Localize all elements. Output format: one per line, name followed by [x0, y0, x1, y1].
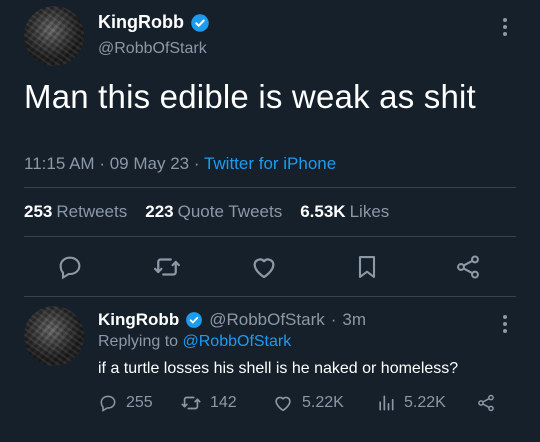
tweet-time[interactable]: 11:15 AM [24, 154, 95, 173]
retweet-button[interactable] [150, 250, 184, 284]
reply-reply-button[interactable]: 255 [98, 393, 170, 413]
like-count: 5.22K [302, 394, 344, 411]
reply-retweet-button[interactable]: 142 [180, 392, 272, 414]
reply-share-button[interactable] [476, 393, 496, 413]
tweet-stats: 253 Retweets 223 Quote Tweets 6.53K Likes [24, 202, 389, 222]
reply-handle[interactable]: @RobbOfStark [209, 310, 325, 330]
reply-header: KingRobb @RobbOfStark · 3m [98, 310, 366, 330]
share-icon [457, 255, 479, 279]
divider [24, 236, 516, 237]
like-icon [253, 258, 275, 279]
reply-avatar[interactable] [24, 306, 84, 366]
avatar[interactable] [24, 6, 84, 66]
like-button[interactable] [247, 250, 281, 284]
reply-display-name[interactable]: KingRobb [98, 310, 179, 330]
reply-icon [59, 256, 81, 280]
reply-action-bar: 255 142 5.22K 5.22K [98, 390, 496, 416]
reply-views-button[interactable]: 5.22K [376, 393, 476, 413]
likes-stat[interactable]: 6.53K Likes [300, 202, 389, 222]
tweet-date[interactable]: 09 May 23 [110, 154, 189, 173]
tweet-source[interactable]: Twitter for iPhone [204, 154, 336, 173]
share-icon [478, 394, 494, 412]
reply-icon [100, 395, 116, 412]
divider [24, 187, 516, 188]
reply-more-options-icon[interactable] [502, 315, 508, 333]
retweet-count: 142 [210, 394, 237, 411]
share-button[interactable] [451, 250, 485, 284]
meta-separator: · [193, 154, 200, 173]
reply-age[interactable]: 3m [342, 310, 366, 330]
tweet-text: Man this edible is weak as shit [24, 78, 476, 115]
retweet-icon [154, 258, 180, 276]
bookmark-button[interactable] [350, 250, 384, 284]
reply-count: 255 [126, 394, 153, 411]
more-options-icon[interactable] [502, 18, 508, 36]
divider [24, 296, 516, 297]
verified-badge-icon [186, 312, 203, 328]
bookmark-icon [358, 256, 376, 278]
author-name-row[interactable]: KingRobb [98, 12, 210, 33]
author-handle[interactable]: @RobbOfStark [98, 40, 207, 58]
views-icon [379, 395, 394, 411]
reply-like-button[interactable]: 5.22K [272, 392, 372, 414]
replying-to-mention[interactable]: @RobbOfStark [183, 333, 292, 350]
verified-badge-icon [191, 13, 209, 32]
tweet-metadata: 11:15 AM · 09 May 23 · Twitter for iPhon… [24, 154, 336, 174]
display-name[interactable]: KingRobb [98, 12, 184, 33]
retweets-stat[interactable]: 253 Retweets [24, 202, 127, 222]
reply-button[interactable] [53, 250, 87, 284]
replying-to-line: Replying to @RobbOfStark [98, 333, 291, 351]
like-icon [275, 396, 291, 412]
replying-prefix: Replying to [98, 333, 179, 350]
views-count: 5.22K [404, 394, 446, 411]
reply-separator: · [330, 310, 337, 329]
reply-text: if a turtle losses his shell is he naked… [98, 360, 459, 377]
meta-separator: · [99, 154, 105, 173]
retweet-icon [181, 396, 201, 410]
tweet-action-bar [0, 250, 540, 284]
quote-tweets-stat[interactable]: 223 Quote Tweets [145, 202, 282, 222]
